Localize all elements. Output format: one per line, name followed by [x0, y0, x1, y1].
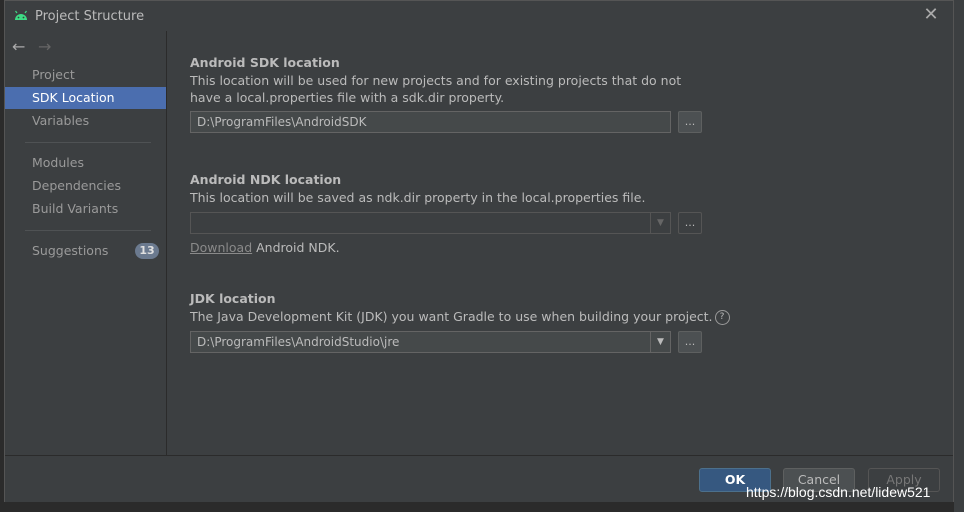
- ndk-download-text: Android NDK.: [252, 240, 340, 255]
- close-icon[interactable]: ✕: [923, 6, 939, 24]
- sidebar-item-variables[interactable]: Variables: [5, 110, 166, 132]
- project-structure-dialog: Project Structure ✕ ← → Project SDK Loca…: [4, 0, 954, 502]
- ndk-path-combo[interactable]: ▼: [190, 212, 671, 234]
- window-title: Project Structure: [35, 9, 145, 24]
- forward-arrow-icon[interactable]: →: [38, 37, 51, 56]
- suggestions-count-badge: 13: [135, 243, 159, 259]
- ndk-section-title: Android NDK location: [190, 172, 342, 187]
- back-arrow-icon[interactable]: ←: [12, 37, 25, 56]
- sidebar-item-label: Variables: [32, 113, 90, 128]
- sdk-path-field[interactable]: D:\ProgramFiles\AndroidSDK: [190, 111, 671, 133]
- jdk-section-description: The Java Development Kit (JDK) you want …: [190, 309, 713, 324]
- sidebar: ← → Project SDK Location Variables Modul…: [5, 31, 167, 455]
- ndk-browse-button[interactable]: ...: [678, 212, 702, 234]
- chevron-down-icon[interactable]: ▼: [650, 213, 670, 233]
- sdk-section-description: This location will be used for new proje…: [190, 73, 682, 105]
- chevron-down-icon[interactable]: ▼: [650, 332, 670, 352]
- sidebar-item-label: Build Variants: [32, 201, 119, 216]
- help-icon[interactable]: ?: [714, 310, 730, 325]
- sdk-browse-button[interactable]: ...: [678, 111, 702, 133]
- sidebar-item-label: Modules: [32, 155, 84, 170]
- sidebar-item-label: Project: [32, 67, 75, 82]
- sidebar-item-build-variants[interactable]: Build Variants: [5, 198, 166, 220]
- jdk-section-description-line: The Java Development Kit (JDK) you want …: [190, 308, 750, 325]
- jdk-browse-button[interactable]: ...: [678, 331, 702, 353]
- sidebar-item-dependencies[interactable]: Dependencies: [5, 175, 166, 197]
- sidebar-item-label: SDK Location: [32, 90, 115, 105]
- ndk-section-description: This location will be saved as ndk.dir p…: [190, 190, 646, 205]
- sidebar-item-label: Dependencies: [32, 178, 121, 193]
- sidebar-item-project[interactable]: Project: [5, 64, 166, 86]
- android-icon: [15, 10, 27, 20]
- sidebar-item-sdk-location[interactable]: SDK Location: [5, 87, 166, 109]
- sdk-path-value: D:\ProgramFiles\AndroidSDK: [197, 115, 367, 129]
- download-ndk-link[interactable]: Download: [190, 240, 252, 255]
- sidebar-item-modules[interactable]: Modules: [5, 152, 166, 174]
- jdk-path-combo[interactable]: D:\ProgramFiles\AndroidStudio\jre ▼: [190, 331, 671, 353]
- background-right: [954, 0, 964, 512]
- sdk-section-title: Android SDK location: [190, 55, 340, 70]
- sidebar-divider: [25, 142, 151, 143]
- sidebar-divider: [25, 230, 151, 231]
- sidebar-item-label: Suggestions: [32, 243, 109, 258]
- title-bar[interactable]: Project Structure ✕: [5, 1, 953, 31]
- watermark-text: https://blog.csdn.net/lidew521: [746, 484, 931, 500]
- ndk-download-line: Download Android NDK.: [190, 240, 340, 255]
- jdk-section-title: JDK location: [190, 291, 276, 306]
- sdk-location-panel: Android SDK location This location will …: [167, 31, 953, 455]
- jdk-path-value: D:\ProgramFiles\AndroidStudio\jre: [197, 335, 400, 349]
